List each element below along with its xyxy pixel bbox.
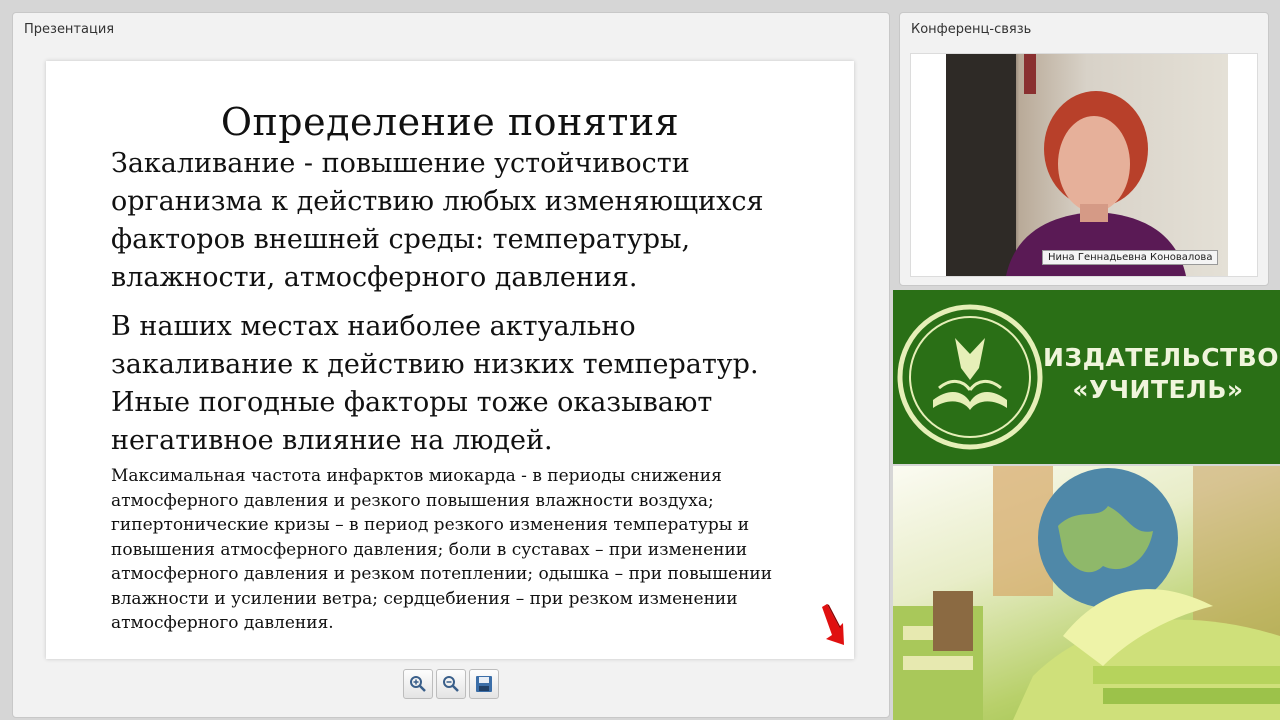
slide-paragraph-details: Максимальная частота инфарктов миокарда …: [111, 464, 811, 636]
conference-panel: Конференц-связь Нина Геннадьевна Коновал…: [899, 12, 1269, 286]
zoom-in-button[interactable]: [403, 669, 433, 699]
slide-text-line: влажности, атмосферного давления.: [111, 262, 638, 293]
zoom-out-button[interactable]: [436, 669, 466, 699]
presentation-panel: Презентация Определение понятия Закалива…: [12, 12, 890, 718]
slide-text-line: гипертонические кризы – в период резкого…: [111, 515, 750, 535]
slide-toolbar: [403, 669, 503, 703]
slide-paragraph-definition: Закаливание - повышение устойчивости орг…: [111, 145, 811, 297]
slide-text-line: атмосферного давления.: [111, 613, 334, 633]
slide-text-line: Иные погодные факторы тоже оказывают: [111, 387, 713, 418]
slide-text-line: факторов внешней среды: температуры,: [111, 224, 691, 255]
slide-text-line: Максимальная частота инфарктов миокарда …: [111, 466, 722, 486]
slide-text-line: организма к действию любых изменяющихся: [111, 186, 764, 217]
video-frame: Нина Геннадьевна Коновалова: [910, 53, 1258, 277]
slide-text-line: В наших местах наиболее актуально: [111, 311, 636, 342]
globe-books-image: [893, 466, 1280, 720]
presenter-silhouette: [946, 54, 1186, 276]
save-button[interactable]: [469, 669, 499, 699]
presentation-panel-title: Презентация: [24, 22, 115, 37]
next-arrow-icon[interactable]: [819, 601, 845, 647]
save-icon: [476, 676, 492, 692]
slide-text-line: атмосферного давления и резком потеплени…: [111, 564, 773, 584]
slide: Определение понятия Закаливание - повыше…: [46, 61, 854, 659]
presenter-video: Нина Геннадьевна Коновалова: [946, 54, 1228, 276]
zoom-in-icon: [410, 676, 426, 692]
publisher-name: ИЗДАТЕЛЬСТВО «УЧИТЕЛЬ»: [1043, 342, 1279, 406]
publisher-name-line2: «УЧИТЕЛЬ»: [1072, 375, 1244, 404]
publisher-name-line1: ИЗДАТЕЛЬСТВО: [1043, 343, 1279, 372]
slide-text-line: повышения атмосферного давления; боли в …: [111, 539, 748, 560]
publisher-logo-icon: [897, 304, 1043, 450]
decorative-image: [893, 466, 1280, 720]
slide-text-line: влажности и усилении ветра; сердцебиения…: [111, 588, 738, 609]
slide-paragraph-local: В наших местах наиболее актуально закали…: [111, 308, 811, 460]
slide-text-line: атмосферного давления и резкого повышени…: [111, 490, 714, 511]
publisher-banner: ИЗДАТЕЛЬСТВО «УЧИТЕЛЬ»: [893, 290, 1280, 464]
slide-text-line: Закаливание - повышение устойчивости: [111, 148, 690, 179]
zoom-out-icon: [443, 676, 459, 692]
conference-panel-title: Конференц-связь: [911, 22, 1032, 37]
presenter-name-label: Нина Геннадьевна Коновалова: [1042, 250, 1219, 265]
slide-title: Определение понятия: [220, 100, 680, 144]
slide-text-line: закаливание к действию низких температур…: [111, 349, 759, 380]
slide-text-line: негативное влияние на людей.: [111, 425, 553, 456]
